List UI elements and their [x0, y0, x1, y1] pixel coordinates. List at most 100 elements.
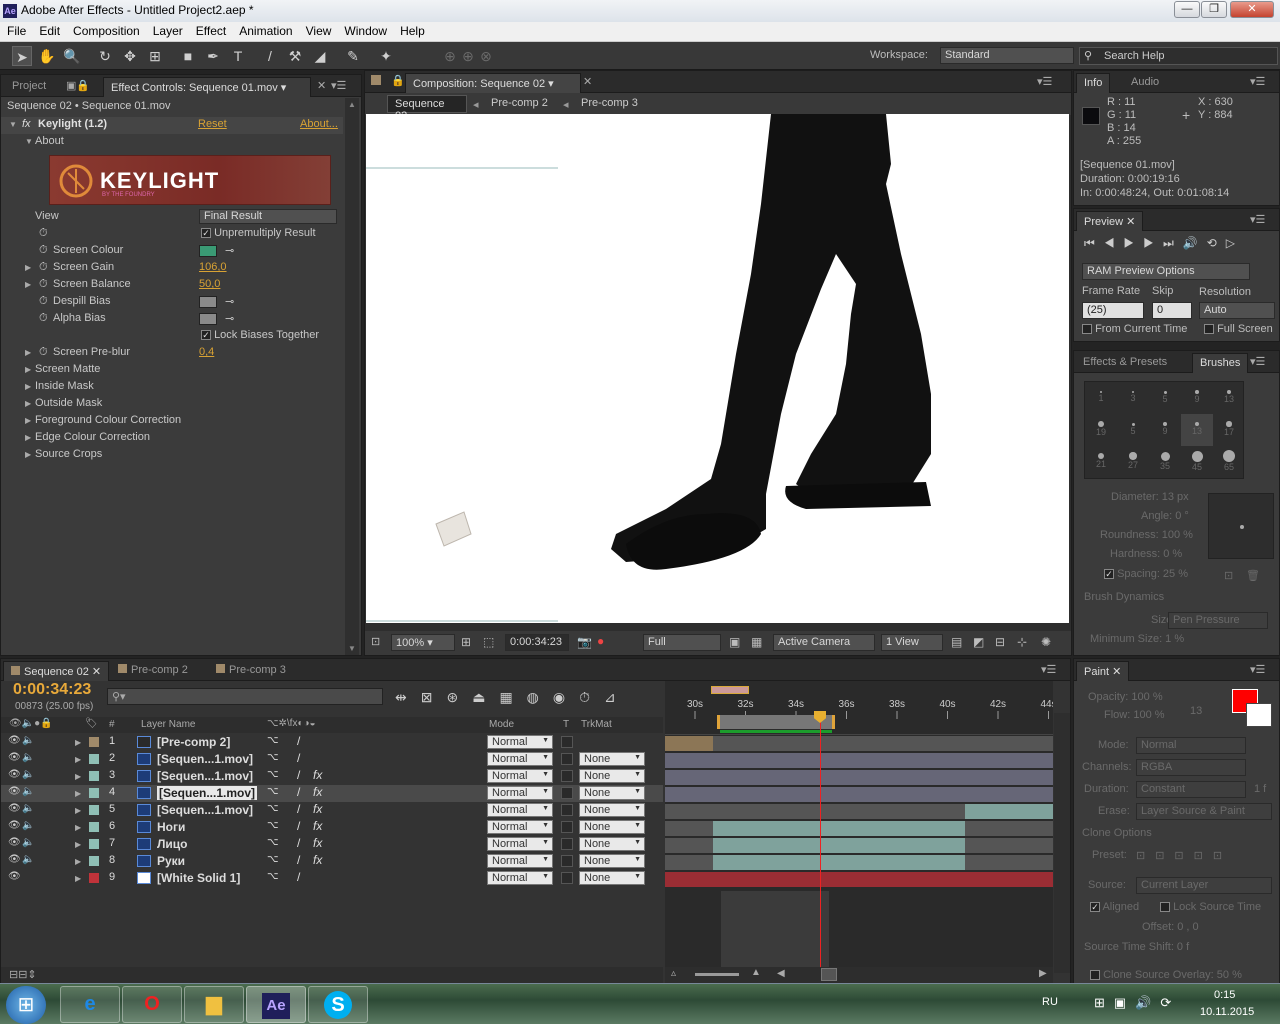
effect-group-row[interactable]: ▶ Screen Matte: [1, 362, 343, 379]
quality-switch-icon[interactable]: /: [297, 802, 300, 816]
exposure-icon[interactable]: ✺: [1041, 635, 1051, 649]
fx-switch-icon[interactable]: fx: [313, 836, 322, 850]
brush-tip[interactable]: 21: [1085, 446, 1117, 478]
panel-menu-icon[interactable]: ▾☰: [1250, 213, 1265, 226]
layer-switches-toggle-icon[interactable]: ⊟⊟⇕: [9, 968, 37, 981]
brush-tip[interactable]: 3: [1117, 382, 1149, 414]
preserve-transparency-toggle[interactable]: [561, 736, 573, 748]
layer-name[interactable]: Ноги: [157, 820, 185, 834]
fast-preview-icon[interactable]: ◩: [973, 635, 984, 649]
tab-effects-presets[interactable]: Effects & Presets: [1076, 353, 1174, 373]
ram-preview-options-dropdown[interactable]: RAM Preview Options: [1082, 263, 1250, 280]
opera-icon[interactable]: O: [122, 986, 182, 1023]
scroll-right-icon[interactable]: ▶: [1039, 968, 1047, 979]
despill-bias-swatch[interactable]: [199, 296, 217, 308]
close-button[interactable]: ✕: [1230, 1, 1274, 18]
minimize-button[interactable]: —: [1174, 1, 1200, 18]
brush-tip[interactable]: 9: [1149, 414, 1181, 446]
flow-precomp-3[interactable]: Pre-comp 3: [581, 97, 638, 109]
aligned-checkbox[interactable]: ✓ Aligned: [1090, 901, 1139, 913]
minimum-size-value[interactable]: Minimum Size: 1 %: [1090, 633, 1184, 645]
panel-menu-icon[interactable]: ▾☰: [331, 79, 346, 92]
motion-blur-icon[interactable]: ◍: [527, 689, 553, 705]
menu-view[interactable]: View: [299, 22, 338, 38]
blend-mode-dropdown[interactable]: Normal: [487, 871, 553, 885]
layer-duration-bar[interactable]: [713, 821, 965, 836]
size-dropdown[interactable]: Pen Pressure: [1168, 612, 1268, 629]
lock-icon[interactable]: ▣🔒: [66, 79, 90, 92]
camera-tool-icon[interactable]: ✥: [120, 46, 140, 66]
about-link[interactable]: About...: [300, 118, 338, 130]
layer-row[interactable]: 👁🔈 ▶ 5 [Sequen...1.mov] ⌥ / fx Normal None: [1, 802, 663, 819]
effect-group-row[interactable]: ▶ Outside Mask: [1, 396, 343, 413]
layer-row[interactable]: 👁 🔈 ▶ 1 [Pre-comp 2] ⌥ / Normal: [1, 734, 663, 751]
layer-row[interactable]: 👁 ▶ 9 [White Solid 1] ⌥ / Normal None: [1, 870, 663, 887]
composition-viewer[interactable]: [366, 114, 1069, 623]
visibility-eye-icon[interactable]: 👁: [8, 769, 21, 780]
preserve-transparency-toggle[interactable]: [561, 787, 573, 799]
tab-project[interactable]: Project: [5, 77, 53, 97]
fx-icon[interactable]: fx: [22, 118, 31, 130]
eraser-tool-icon[interactable]: ◢: [310, 46, 330, 66]
save-brush-icon[interactable]: ⊡: [1224, 569, 1233, 582]
clock-date[interactable]: 10.11.2015: [1200, 1006, 1254, 1018]
views-dropdown[interactable]: 1 View: [881, 634, 943, 651]
label-color-swatch[interactable]: [89, 754, 99, 764]
audio-speaker-icon[interactable]: 🔈: [22, 752, 34, 763]
quality-switch-icon[interactable]: /: [297, 870, 300, 884]
eyedropper-icon[interactable]: ⊸: [225, 312, 234, 325]
stopwatch-icon[interactable]: ⏱: [39, 312, 48, 325]
puppet-tool-icon[interactable]: ✦: [376, 46, 396, 66]
lock-icon[interactable]: 🔒: [391, 74, 405, 87]
layer-duration-bar[interactable]: [965, 804, 1053, 819]
after-effects-taskbar-button[interactable]: Ae: [246, 986, 306, 1023]
auto-keyframe-icon[interactable]: ⏱: [579, 689, 604, 705]
expand-triangle-icon[interactable]: ▶: [25, 450, 31, 459]
paint-mode-dropdown[interactable]: Normal: [1136, 737, 1246, 754]
layer-duration-bar[interactable]: [665, 872, 1053, 887]
panel-close-icon[interactable]: ✕: [317, 79, 326, 92]
audio-speaker-icon[interactable]: 🔈: [22, 803, 34, 814]
layer-name[interactable]: Руки: [157, 854, 185, 868]
frame-rate-dropdown[interactable]: (25): [1082, 302, 1144, 319]
background-color-swatch[interactable]: [1246, 703, 1272, 727]
brush-tip[interactable]: 45: [1181, 446, 1213, 478]
visibility-eye-icon[interactable]: 👁: [8, 820, 21, 831]
audio-speaker-icon[interactable]: 🔈: [22, 769, 34, 780]
label-color-swatch[interactable]: [89, 839, 99, 849]
layer-duration-bar[interactable]: [665, 736, 713, 751]
timeline-search-input[interactable]: ⚲▾: [107, 688, 383, 705]
panel-menu-icon[interactable]: ▾☰: [1037, 75, 1052, 88]
timeline-current-time[interactable]: 0:00:34:23: [13, 681, 91, 699]
expand-triangle-icon[interactable]: ▶: [75, 823, 81, 832]
language-indicator[interactable]: RU: [1042, 996, 1058, 1008]
skip-dropdown[interactable]: 0: [1152, 302, 1192, 319]
about-group[interactable]: ▼ About: [1, 134, 343, 151]
preserve-transparency-toggle[interactable]: [561, 770, 573, 782]
brainstorm-icon[interactable]: ◉: [553, 689, 579, 705]
blend-mode-dropdown[interactable]: Normal: [487, 769, 553, 783]
frame-blending-icon[interactable]: ▦: [499, 689, 526, 705]
timeline-icon[interactable]: ⊟: [995, 635, 1005, 649]
current-time-field[interactable]: 0:00:34:23: [505, 634, 569, 651]
flow-sequence-02[interactable]: Sequence 02: [387, 95, 467, 122]
lock-source-time-checkbox[interactable]: Lock Source Time: [1160, 901, 1261, 913]
shy-switch-icon[interactable]: ⌥: [267, 803, 279, 814]
menu-file[interactable]: File: [0, 22, 32, 38]
label-color-swatch[interactable]: [89, 873, 99, 883]
preserve-transparency-toggle[interactable]: [561, 753, 573, 765]
region-icon[interactable]: ▣: [729, 635, 740, 649]
reset-link[interactable]: Reset: [198, 118, 227, 130]
preserve-transparency-toggle[interactable]: [561, 855, 573, 867]
pen-tool-icon[interactable]: ✒: [203, 46, 223, 66]
unpremultiply-checkbox[interactable]: ✓ Unpremultiply Result: [201, 227, 316, 239]
screen-gain-value[interactable]: 106,0: [199, 261, 227, 273]
delete-brush-icon[interactable]: 🗑: [1246, 569, 1260, 582]
screen-balance-value[interactable]: 50,0: [199, 278, 220, 290]
shy-switch-icon[interactable]: ⌥: [267, 837, 279, 848]
preserve-transparency-toggle[interactable]: [561, 838, 573, 850]
track-matte-dropdown[interactable]: None: [579, 854, 645, 868]
play-icon[interactable]: ▶: [1124, 236, 1144, 250]
maximize-button[interactable]: ❐: [1201, 1, 1227, 18]
roto-brush-tool-icon[interactable]: ✎: [343, 46, 363, 66]
